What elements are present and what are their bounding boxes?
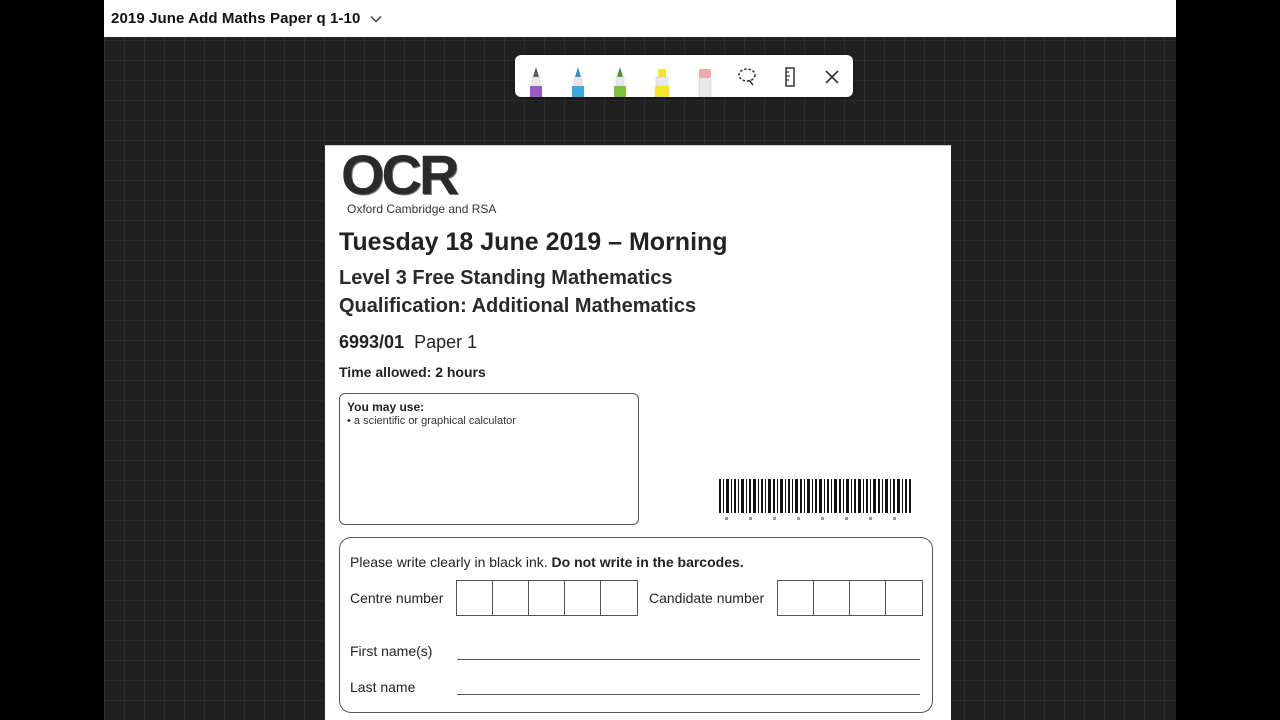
ink-toolbar (515, 55, 853, 98)
centre-digit-box[interactable] (601, 581, 637, 615)
exam-qualification: Qualification: Additional Mathematics (339, 295, 697, 317)
green-pen-tool[interactable] (610, 65, 630, 97)
candidate-details-box: Please write clearly in black ink. Do no… (339, 537, 933, 713)
first-name-line[interactable] (457, 659, 920, 660)
exam-date: Tuesday 18 June 2019 – Morning (339, 228, 728, 256)
exam-level: Level 3 Free Standing Mathematics (339, 267, 673, 289)
purple-pen-tool[interactable] (526, 65, 546, 97)
candidate-digit-box[interactable] (850, 581, 886, 615)
centre-digit-box[interactable] (529, 581, 565, 615)
centre-digit-box[interactable] (493, 581, 529, 615)
blue-pen-tool[interactable] (568, 65, 588, 97)
paper-name: Paper 1 (414, 332, 478, 352)
centre-digit-box[interactable] (457, 581, 493, 615)
may-use-box: You may use: • a scientific or graphical… (339, 393, 639, 525)
paper-code: 6993/01 (339, 332, 405, 352)
logo-subtitle: Oxford Cambridge and RSA (347, 202, 497, 216)
candidate-digit-box[interactable] (886, 581, 922, 615)
centre-digit-box[interactable] (565, 581, 601, 615)
eraser-tool[interactable] (695, 65, 715, 98)
last-name-line[interactable] (457, 694, 920, 695)
last-name-label: Last name (350, 679, 416, 695)
instruction-bold-text: Do not write in the barcodes. (551, 554, 744, 570)
ruler-icon[interactable] (779, 66, 801, 88)
close-icon[interactable] (821, 66, 843, 88)
candidate-digit-box[interactable] (814, 581, 850, 615)
centre-number-boxes[interactable] (456, 580, 638, 616)
first-name-label: First name(s) (350, 643, 433, 659)
candidate-digit-box[interactable] (778, 581, 814, 615)
paper-code-line: 6993/01 Paper 1 (339, 332, 477, 353)
exam-cover-page: OCR Oxford Cambridge and RSA Tuesday 18 … (325, 145, 951, 720)
candidate-number-label: Candidate number (649, 590, 765, 606)
app-window: 2019 June Add Maths Paper q 1-10 OCR Oxf… (104, 0, 1176, 720)
time-allowed: Time allowed: 2 hours (339, 364, 486, 380)
centre-number-label: Centre number (350, 590, 444, 606)
instruction-text: Please write clearly in black ink. (350, 554, 552, 570)
chevron-down-icon[interactable] (369, 12, 383, 26)
lasso-select-icon[interactable] (736, 66, 758, 88)
yellow-highlighter-tool[interactable] (652, 65, 672, 97)
ocr-logo: OCR (341, 143, 459, 206)
document-title: 2019 June Add Maths Paper q 1-10 (111, 10, 361, 27)
may-use-item: • a scientific or graphical calculator (347, 415, 516, 427)
title-bar: 2019 June Add Maths Paper q 1-10 (104, 0, 1176, 37)
form-instructions: Please write clearly in black ink. Do no… (350, 554, 744, 570)
candidate-number-boxes[interactable] (777, 580, 923, 616)
barcode (719, 479, 911, 520)
may-use-heading: You may use: (347, 400, 425, 414)
